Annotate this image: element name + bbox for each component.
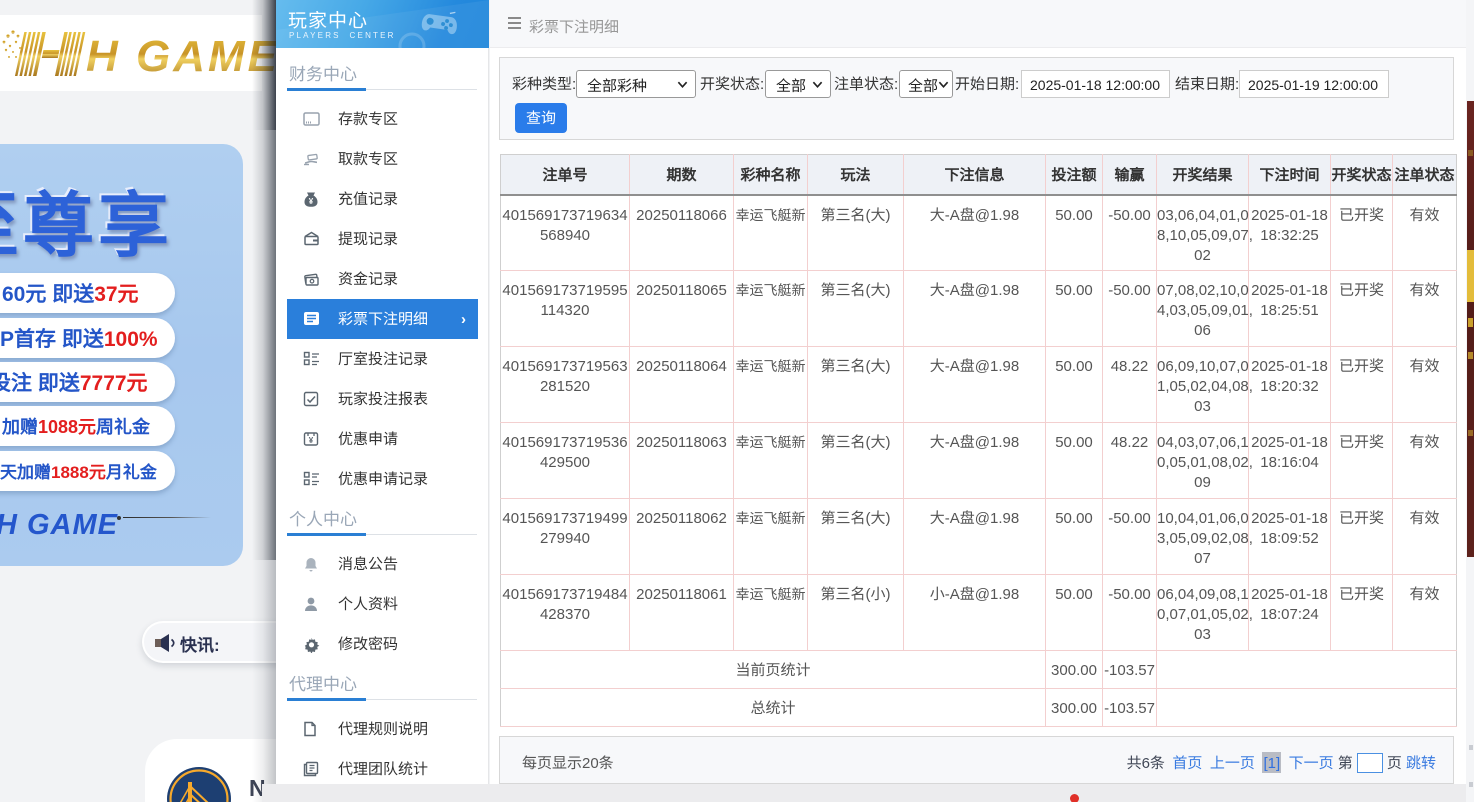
svg-text:H GAME: H GAME xyxy=(86,32,280,81)
svg-text:¥: ¥ xyxy=(309,435,314,446)
svg-text:¥: ¥ xyxy=(309,196,314,207)
